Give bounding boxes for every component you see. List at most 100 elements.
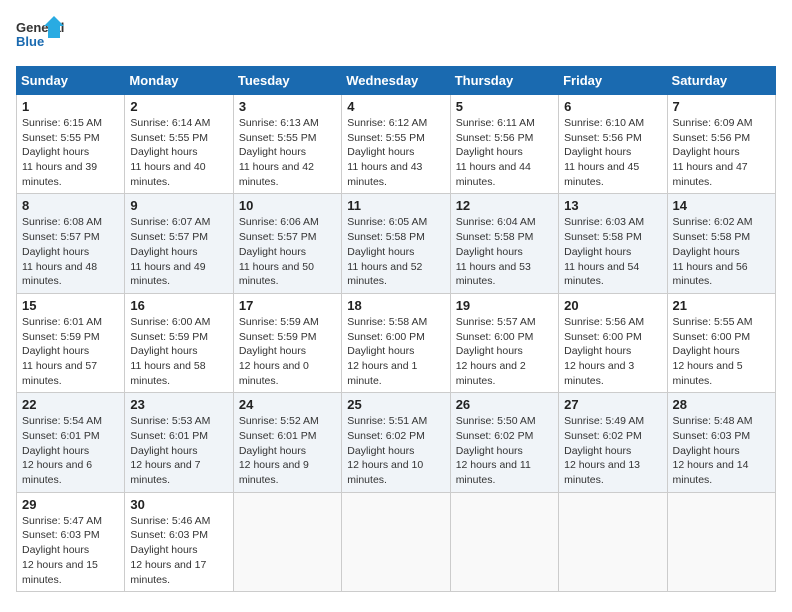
day-info: Sunrise: 6:07 AMSunset: 5:57 PMDaylight … — [130, 215, 227, 288]
day-number: 9 — [130, 198, 227, 213]
day-info: Sunrise: 5:54 AMSunset: 6:01 PMDaylight … — [22, 414, 119, 487]
weekday-header-monday: Monday — [125, 67, 233, 95]
day-number: 23 — [130, 397, 227, 412]
day-cell: 2 Sunrise: 6:14 AMSunset: 5:55 PMDaylight… — [125, 95, 233, 194]
day-number: 30 — [130, 497, 227, 512]
day-cell — [667, 492, 775, 591]
day-info: Sunrise: 5:59 AMSunset: 5:59 PMDaylight … — [239, 315, 336, 388]
day-cell: 4 Sunrise: 6:12 AMSunset: 5:55 PMDaylight… — [342, 95, 450, 194]
week-row-5: 29Sunrise: 5:47 AMSunset: 6:03 PMDayligh… — [17, 492, 776, 591]
weekday-header-saturday: Saturday — [667, 67, 775, 95]
calendar-table: SundayMondayTuesdayWednesdayThursdayFrid… — [16, 66, 776, 592]
day-cell — [233, 492, 341, 591]
week-row-4: 22 Sunrise: 5:54 AMSunset: 6:01 PMDayligh… — [17, 393, 776, 492]
day-info: Sunrise: 6:12 AMSunset: 5:55 PMDaylight … — [347, 116, 444, 189]
day-cell: 21Sunrise: 5:55 AMSunset: 6:00 PMDayligh… — [667, 293, 775, 392]
day-cell: 30 Sunrise: 5:46 AMSunset: 6:03 PMDayligh… — [125, 492, 233, 591]
day-cell: 15 Sunrise: 6:01 AMSunset: 5:59 PMDayligh… — [17, 293, 125, 392]
day-number: 25 — [347, 397, 444, 412]
day-info: Sunrise: 5:51 AMSunset: 6:02 PMDaylight … — [347, 414, 444, 487]
day-number: 1 — [22, 99, 119, 114]
weekday-header-friday: Friday — [559, 67, 667, 95]
day-info: Sunrise: 5:52 AMSunset: 6:01 PMDaylight … — [239, 414, 336, 487]
day-cell: 13 Sunrise: 6:03 AMSunset: 5:58 PMDayligh… — [559, 194, 667, 293]
logo: General Blue — [16, 16, 66, 56]
day-number: 6 — [564, 99, 661, 114]
day-info: Sunrise: 6:02 AMSunset: 5:58 PMDaylight … — [673, 215, 770, 288]
day-number: 8 — [22, 198, 119, 213]
day-info: Sunrise: 5:57 AMSunset: 6:00 PMDaylight … — [456, 315, 553, 388]
day-info: Sunrise: 5:46 AMSunset: 6:03 PMDaylight … — [130, 514, 227, 587]
day-cell: 3Sunrise: 6:13 AMSunset: 5:55 PMDaylight… — [233, 95, 341, 194]
day-number: 12 — [456, 198, 553, 213]
day-info: Sunrise: 6:00 AMSunset: 5:59 PMDaylight … — [130, 315, 227, 388]
day-info: Sunrise: 6:03 AMSunset: 5:58 PMDaylight … — [564, 215, 661, 288]
day-number: 13 — [564, 198, 661, 213]
day-cell: 14 Sunrise: 6:02 AMSunset: 5:58 PMDayligh… — [667, 194, 775, 293]
header: General Blue — [16, 16, 776, 56]
logo-svg: General Blue — [16, 16, 66, 56]
day-number: 28 — [673, 397, 770, 412]
day-cell: 1 Sunrise: 6:15 AMSunset: 5:55 PMDaylight… — [17, 95, 125, 194]
day-info: Sunrise: 5:50 AMSunset: 6:02 PMDaylight … — [456, 414, 553, 487]
day-cell: 12 Sunrise: 6:04 AMSunset: 5:58 PMDayligh… — [450, 194, 558, 293]
day-number: 7 — [673, 99, 770, 114]
day-cell: 8Sunrise: 6:08 AMSunset: 5:57 PMDaylight… — [17, 194, 125, 293]
weekday-header-wednesday: Wednesday — [342, 67, 450, 95]
day-number: 27 — [564, 397, 661, 412]
day-cell: 25 Sunrise: 5:51 AMSunset: 6:02 PMDayligh… — [342, 393, 450, 492]
day-info: Sunrise: 5:48 AMSunset: 6:03 PMDaylight … — [673, 414, 770, 487]
day-number: 5 — [456, 99, 553, 114]
day-cell: 18 Sunrise: 5:58 AMSunset: 6:00 PMDayligh… — [342, 293, 450, 392]
calendar-body: 1 Sunrise: 6:15 AMSunset: 5:55 PMDaylight… — [17, 95, 776, 592]
day-number: 4 — [347, 99, 444, 114]
day-number: 19 — [456, 298, 553, 313]
day-number: 18 — [347, 298, 444, 313]
day-info: Sunrise: 6:09 AMSunset: 5:56 PMDaylight … — [673, 116, 770, 189]
day-number: 20 — [564, 298, 661, 313]
day-info: Sunrise: 6:05 AMSunset: 5:58 PMDaylight … — [347, 215, 444, 288]
day-info: Sunrise: 6:11 AMSunset: 5:56 PMDaylight … — [456, 116, 553, 189]
day-number: 11 — [347, 198, 444, 213]
day-info: Sunrise: 6:15 AMSunset: 5:55 PMDaylight … — [22, 116, 119, 189]
week-row-3: 15 Sunrise: 6:01 AMSunset: 5:59 PMDayligh… — [17, 293, 776, 392]
day-cell — [342, 492, 450, 591]
day-info: Sunrise: 5:49 AMSunset: 6:02 PMDaylight … — [564, 414, 661, 487]
day-number: 21 — [673, 298, 770, 313]
weekday-header-sunday: Sunday — [17, 67, 125, 95]
day-cell: 11 Sunrise: 6:05 AMSunset: 5:58 PMDayligh… — [342, 194, 450, 293]
day-number: 14 — [673, 198, 770, 213]
day-cell: 23Sunrise: 5:53 AMSunset: 6:01 PMDayligh… — [125, 393, 233, 492]
day-number: 26 — [456, 397, 553, 412]
day-info: Sunrise: 6:10 AMSunset: 5:56 PMDaylight … — [564, 116, 661, 189]
day-number: 24 — [239, 397, 336, 412]
day-info: Sunrise: 6:01 AMSunset: 5:59 PMDaylight … — [22, 315, 119, 388]
day-cell: 10 Sunrise: 6:06 AMSunset: 5:57 PMDayligh… — [233, 194, 341, 293]
day-number: 15 — [22, 298, 119, 313]
day-info: Sunrise: 6:14 AMSunset: 5:55 PMDaylight … — [130, 116, 227, 189]
week-row-1: 1 Sunrise: 6:15 AMSunset: 5:55 PMDaylight… — [17, 95, 776, 194]
day-cell: 28 Sunrise: 5:48 AMSunset: 6:03 PMDayligh… — [667, 393, 775, 492]
svg-text:Blue: Blue — [16, 34, 44, 49]
day-info: Sunrise: 6:06 AMSunset: 5:57 PMDaylight … — [239, 215, 336, 288]
day-cell: 19 Sunrise: 5:57 AMSunset: 6:00 PMDayligh… — [450, 293, 558, 392]
day-number: 10 — [239, 198, 336, 213]
day-cell: 26 Sunrise: 5:50 AMSunset: 6:02 PMDayligh… — [450, 393, 558, 492]
day-cell: 20 Sunrise: 5:56 AMSunset: 6:00 PMDayligh… — [559, 293, 667, 392]
day-cell: 24 Sunrise: 5:52 AMSunset: 6:01 PMDayligh… — [233, 393, 341, 492]
day-cell: 27 Sunrise: 5:49 AMSunset: 6:02 PMDayligh… — [559, 393, 667, 492]
day-info: Sunrise: 6:04 AMSunset: 5:58 PMDaylight … — [456, 215, 553, 288]
day-info: Sunrise: 5:56 AMSunset: 6:00 PMDaylight … — [564, 315, 661, 388]
day-cell: 9 Sunrise: 6:07 AMSunset: 5:57 PMDaylight… — [125, 194, 233, 293]
weekday-header-tuesday: Tuesday — [233, 67, 341, 95]
day-number: 2 — [130, 99, 227, 114]
day-number: 22 — [22, 397, 119, 412]
week-row-2: 8Sunrise: 6:08 AMSunset: 5:57 PMDaylight… — [17, 194, 776, 293]
day-info: Sunrise: 6:13 AMSunset: 5:55 PMDaylight … — [239, 116, 336, 189]
day-number: 17 — [239, 298, 336, 313]
day-cell: 29Sunrise: 5:47 AMSunset: 6:03 PMDayligh… — [17, 492, 125, 591]
weekday-header-thursday: Thursday — [450, 67, 558, 95]
day-cell: 22 Sunrise: 5:54 AMSunset: 6:01 PMDayligh… — [17, 393, 125, 492]
day-number: 16 — [130, 298, 227, 313]
day-info: Sunrise: 5:58 AMSunset: 6:00 PMDaylight … — [347, 315, 444, 388]
